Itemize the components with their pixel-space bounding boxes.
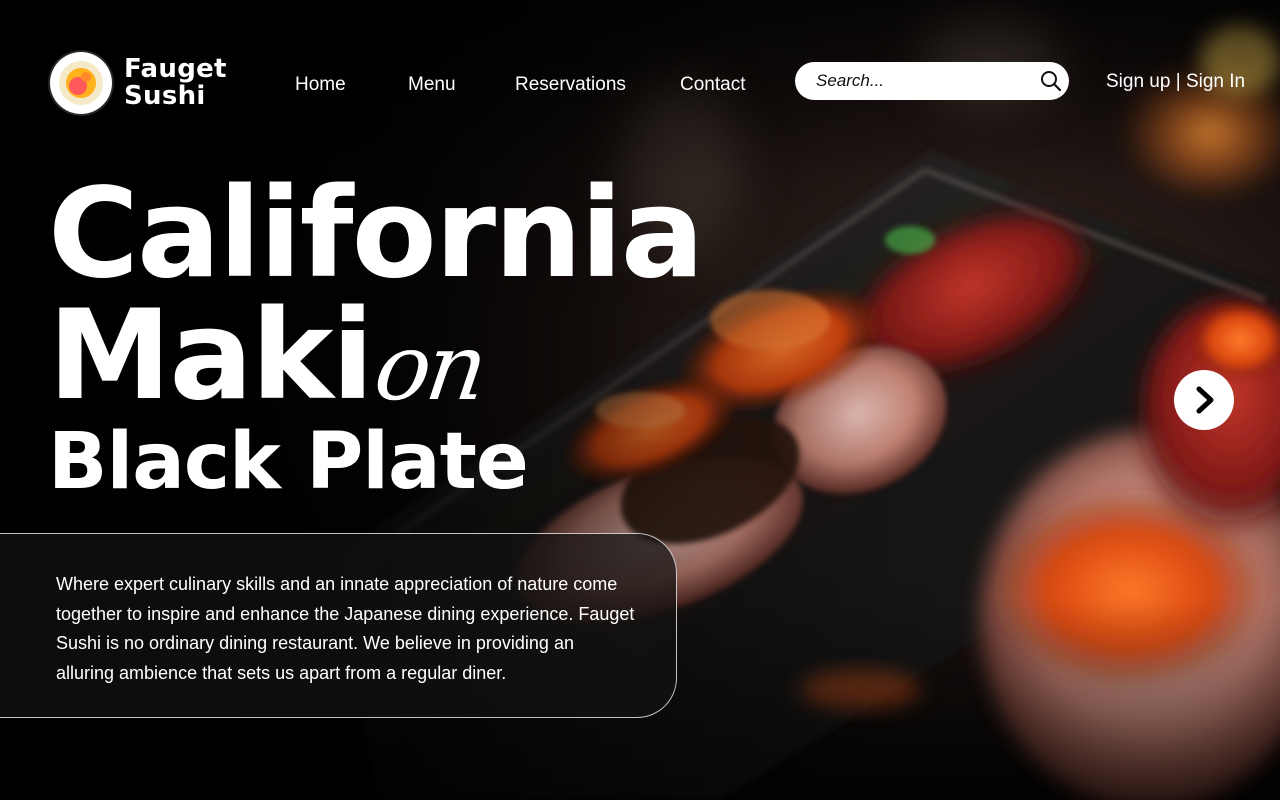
- search-input[interactable]: [816, 62, 1040, 100]
- brand-name: Fauget Sushi: [124, 56, 227, 110]
- nav-item-menu[interactable]: Menu: [408, 74, 456, 96]
- chevron-right-icon: [1196, 386, 1214, 414]
- signin-link[interactable]: Sign In: [1186, 71, 1245, 92]
- headline-line-2: Maki: [48, 284, 374, 428]
- headline-line-3: Black Plate: [48, 417, 529, 507]
- brand-name-line2: Sushi: [124, 81, 206, 111]
- nav-item-contact[interactable]: Contact: [680, 74, 745, 96]
- auth-separator: |: [1170, 71, 1186, 92]
- auth-links: Sign up | Sign In: [1106, 71, 1245, 93]
- landing-page: Fauget Sushi Home Menu Reservations Cont…: [0, 0, 1280, 800]
- nav-item-home[interactable]: Home: [295, 74, 346, 96]
- hero-description: Where expert culinary skills and an inna…: [56, 574, 635, 683]
- brand-logo[interactable]: Fauget Sushi: [50, 52, 227, 114]
- headline-script-word: on: [368, 314, 491, 421]
- next-slide-button[interactable]: [1174, 370, 1234, 430]
- headline-line-1: California: [48, 162, 704, 306]
- search-icon[interactable]: [1040, 69, 1062, 93]
- signup-link[interactable]: Sign up: [1106, 71, 1170, 92]
- brand-name-line1: Fauget: [124, 54, 227, 84]
- description-card: Where expert culinary skills and an inna…: [0, 533, 677, 718]
- sushi-roll-icon: [50, 52, 112, 114]
- search-box: [795, 62, 1069, 100]
- nav-item-reservations[interactable]: Reservations: [515, 74, 626, 96]
